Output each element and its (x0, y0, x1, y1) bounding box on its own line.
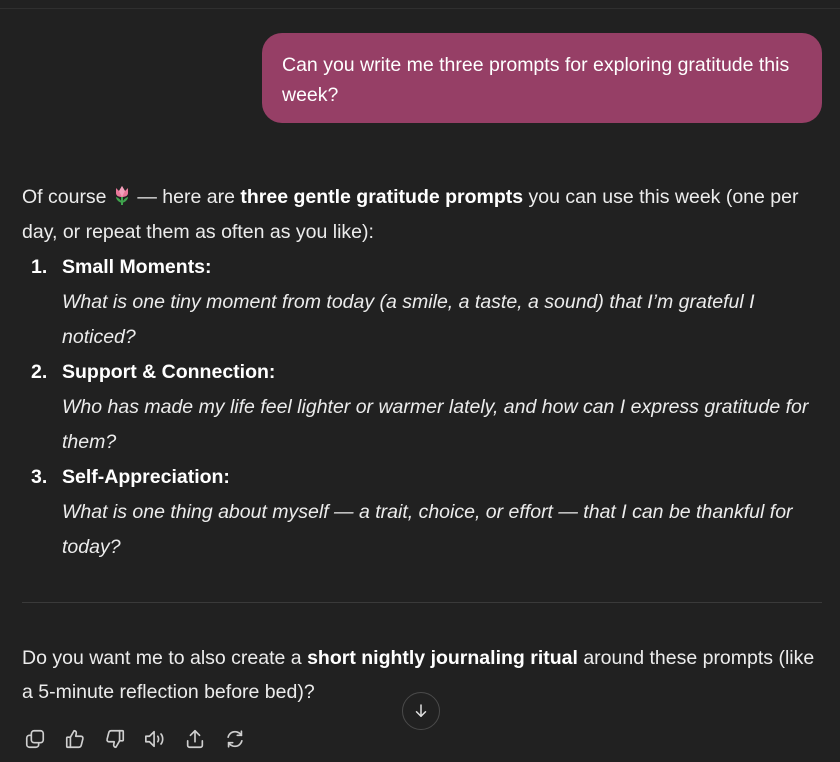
list-item-text: What is one thing about myself — a trait… (62, 501, 793, 558)
list-item-text: What is one tiny moment from today (a sm… (62, 291, 755, 348)
copy-icon (25, 729, 45, 749)
list-item-title: Small Moments: (62, 256, 212, 278)
arrow-down-icon (415, 704, 427, 717)
intro-dash: — here are (131, 186, 241, 208)
read-aloud-icon (145, 730, 164, 748)
user-message-bubble: Can you write me three prompts for explo… (262, 33, 822, 123)
followup-prefix: Do you want me to also create a (22, 647, 308, 669)
list-item: 1. Small Moments: What is one tiny momen… (22, 250, 822, 355)
good-response-button[interactable] (62, 726, 88, 752)
list-item-number: 1. (31, 256, 48, 278)
assistant-message: Of course — here are three gentle gratit… (22, 180, 822, 565)
regenerate-icon (227, 730, 243, 748)
message-actions-toolbar (22, 726, 248, 752)
bad-response-button[interactable] (102, 726, 128, 752)
intro-bold: three gentle gratitude prompts (240, 186, 524, 208)
list-item-title: Self-Appreciation: (62, 466, 230, 488)
assistant-intro: Of course — here are three gentle gratit… (22, 180, 822, 250)
user-message-text: Can you write me three prompts for explo… (282, 54, 790, 106)
followup-bold: short nightly journaling ritual (307, 647, 578, 669)
prompt-list: 1. Small Moments: What is one tiny momen… (22, 250, 822, 565)
section-divider (22, 602, 822, 603)
read-aloud-button[interactable] (142, 726, 168, 752)
list-item-number: 2. (31, 361, 48, 383)
thumbs-up-icon (65, 729, 84, 749)
list-item-title: Support & Connection: (62, 361, 276, 383)
tulip-emoji (112, 184, 132, 206)
top-divider (0, 8, 840, 9)
share-button[interactable] (182, 726, 208, 752)
list-item-number: 3. (31, 466, 48, 488)
list-item: 2. Support & Connection: Who has made my… (22, 355, 822, 460)
list-item: 3. Self-Appreciation: What is one thing … (22, 460, 822, 565)
scroll-to-bottom-button[interactable] (402, 692, 440, 730)
regenerate-button[interactable] (222, 726, 248, 752)
intro-prefix: Of course (22, 186, 107, 208)
share-icon (186, 729, 204, 749)
thumbs-down-icon (106, 729, 125, 749)
list-item-text: Who has made my life feel lighter or war… (62, 396, 809, 453)
copy-button[interactable] (22, 726, 48, 752)
